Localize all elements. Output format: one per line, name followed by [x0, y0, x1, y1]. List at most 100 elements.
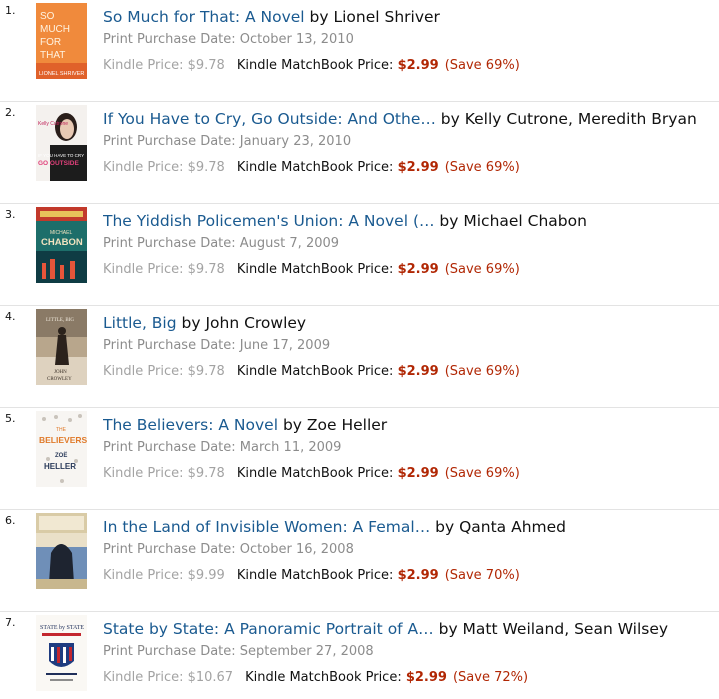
row-number: 2. [5, 106, 16, 119]
row-number: 3. [5, 208, 16, 221]
cover-text: MICHAEL [50, 230, 72, 236]
print-purchase-date: Print Purchase Date: October 13, 2010 [103, 32, 354, 47]
savings-text: (Save 69%) [444, 58, 520, 73]
row-number: 6. [5, 514, 16, 527]
cover-text: Kelly Cutrone [38, 121, 68, 127]
cover-text: ZOË [55, 452, 67, 459]
cover-text: CHABON [41, 237, 83, 248]
cover-text: IF YOU HAVE TO CRY [38, 153, 84, 158]
kindle-price: Kindle Price: $9.78 [103, 58, 225, 73]
cover-text: LIONEL SHRIVER [39, 71, 84, 77]
price-line: Kindle Price: $10.67 Kindle MatchBook Pri… [103, 670, 528, 685]
cover-text: MUCH [40, 24, 70, 35]
book-title-link[interactable]: So Much for That: A Novel [103, 8, 305, 26]
cover-text: THE [56, 427, 67, 433]
row-number: 7. [5, 616, 16, 629]
kindle-price: Kindle Price: $9.78 [103, 364, 225, 379]
book-heading: The Believers: A Novel by Zoe Heller [103, 414, 719, 436]
price-line: Kindle Price: $9.99 Kindle MatchBook Pric… [103, 568, 520, 583]
matchbook-price: $2.99 [397, 364, 439, 379]
price-line: Kindle Price: $9.78 Kindle MatchBook Pric… [103, 466, 520, 481]
matchbook-price: $2.99 [405, 670, 447, 685]
kindle-price: Kindle Price: $9.78 [103, 466, 225, 481]
cover-text: STATE by STATE [40, 625, 84, 631]
savings-text: (Save 69%) [444, 466, 520, 481]
book-cover-image[interactable] [36, 513, 87, 589]
row-number: 4. [5, 310, 16, 323]
cover-text: JOHN [54, 370, 67, 375]
kindle-price: Kindle Price: $9.78 [103, 262, 225, 277]
kindle-price: Kindle Price: $9.99 [103, 568, 225, 583]
book-title-link[interactable]: Little, Big [103, 314, 177, 332]
matchbook-price: $2.99 [397, 466, 439, 481]
cover-text: BELIEVERS [39, 435, 87, 445]
matchbook-price: $2.99 [397, 262, 439, 277]
book-author: by Zoe Heller [278, 416, 388, 434]
price-line: Kindle Price: $9.78 Kindle MatchBook Pric… [103, 262, 520, 277]
book-heading: In the Land of Invisible Women: A Femal…… [103, 516, 719, 538]
book-heading: Little, Big by John Crowley [103, 312, 719, 334]
savings-text: (Save 69%) [444, 160, 520, 175]
matchbook-price: $2.99 [397, 568, 439, 583]
cover-text: HELLER [44, 462, 76, 471]
price-line: Kindle Price: $9.78 Kindle MatchBook Pric… [103, 364, 520, 379]
row-number: 5. [5, 412, 16, 425]
print-purchase-date: Print Purchase Date: January 23, 2010 [103, 134, 352, 149]
book-row: 4. LITTLE, BIG JOHN CROWLEY Little, Big … [0, 306, 719, 408]
matchbook-label: Kindle MatchBook Price: [236, 58, 398, 73]
matchbook-label: Kindle MatchBook Price: [236, 160, 398, 175]
print-purchase-date: Print Purchase Date: June 17, 2009 [103, 338, 331, 353]
book-title-link[interactable]: State by State: A Panoramic Portrait of … [103, 620, 434, 638]
book-row: 2. Kelly Cutrone IF YOU HAVE TO CRY GO O… [0, 102, 719, 204]
book-cover-image[interactable]: Kelly Cutrone IF YOU HAVE TO CRY GO OUTS… [36, 105, 87, 181]
book-author: by Matt Weiland, Sean Wilsey [433, 620, 669, 638]
price-line: Kindle Price: $9.78 Kindle MatchBook Pric… [103, 58, 520, 73]
book-cover-image[interactable]: LITTLE, BIG JOHN CROWLEY [36, 309, 87, 385]
cover-text: THAT [40, 50, 65, 61]
book-heading: So Much for That: A Novel by Lionel Shri… [103, 6, 719, 28]
cover-text: SO [40, 11, 55, 22]
cover-text: CROWLEY [47, 377, 72, 382]
book-title-link[interactable]: The Yiddish Policemen's Union: A Novel (… [103, 212, 435, 230]
matchbook-label: Kindle MatchBook Price: [245, 670, 406, 685]
book-title-link[interactable]: If You Have to Cry, Go Outside: And Othe… [103, 110, 436, 128]
book-row: 7. STATE by STATE State by State: A Pano… [0, 612, 719, 699]
book-row: 6. In the Land of Invisible Women: A Fem… [0, 510, 719, 612]
savings-text: (Save 69%) [444, 262, 520, 277]
book-author: by Qanta Ahmed [430, 518, 566, 536]
kindle-price: Kindle Price: $9.78 [103, 160, 225, 175]
book-heading: State by State: A Panoramic Portrait of … [103, 618, 719, 640]
print-purchase-date: Print Purchase Date: September 27, 2008 [103, 644, 374, 659]
savings-text: (Save 69%) [444, 364, 520, 379]
cover-text: LITTLE, BIG [46, 318, 74, 323]
cover-text: FOR [40, 37, 61, 48]
price-line: Kindle Price: $9.78 Kindle MatchBook Pric… [103, 160, 520, 175]
book-author: by John Crowley [176, 314, 307, 332]
row-number: 1. [5, 4, 16, 17]
book-title-link[interactable]: The Believers: A Novel [103, 416, 278, 434]
book-heading: The Yiddish Policemen's Union: A Novel (… [103, 210, 719, 232]
book-title-link[interactable]: In the Land of Invisible Women: A Femal… [103, 518, 430, 536]
savings-text: (Save 70%) [444, 568, 520, 583]
print-purchase-date: Print Purchase Date: August 7, 2009 [103, 236, 340, 251]
matchbook-label: Kindle MatchBook Price: [236, 466, 398, 481]
matchbook-label: Kindle MatchBook Price: [236, 262, 398, 277]
book-cover-image[interactable]: MICHAEL CHABON [36, 207, 87, 283]
book-row: 5. THE BELIEVERS ZOË HELLER The Believer… [0, 408, 719, 510]
kindle-price: Kindle Price: $10.67 [103, 670, 234, 685]
book-author: by Michael Chabon [434, 212, 587, 230]
matchbook-price: $2.99 [397, 160, 439, 175]
book-cover-image[interactable]: STATE by STATE [36, 615, 87, 691]
book-row: 3. MICHAEL CHABON The Yiddish Policemen'… [0, 204, 719, 306]
book-row: 1. SO MUCH FOR THAT LIONEL SHRIVER So Mu… [0, 0, 719, 102]
book-author: by Lionel Shriver [304, 8, 440, 26]
print-purchase-date: Print Purchase Date: October 16, 2008 [103, 542, 354, 557]
book-cover-image[interactable]: SO MUCH FOR THAT LIONEL SHRIVER [36, 3, 87, 79]
book-heading: If You Have to Cry, Go Outside: And Othe… [103, 108, 719, 130]
matchbook-price: $2.99 [397, 58, 439, 73]
savings-text: (Save 72%) [452, 670, 529, 685]
book-author: by Kelly Cutrone, Meredith Bryan [435, 110, 697, 128]
book-cover-image[interactable]: THE BELIEVERS ZOË HELLER [36, 411, 87, 487]
print-purchase-date: Print Purchase Date: March 11, 2009 [103, 440, 342, 455]
matchbook-label: Kindle MatchBook Price: [236, 568, 398, 583]
